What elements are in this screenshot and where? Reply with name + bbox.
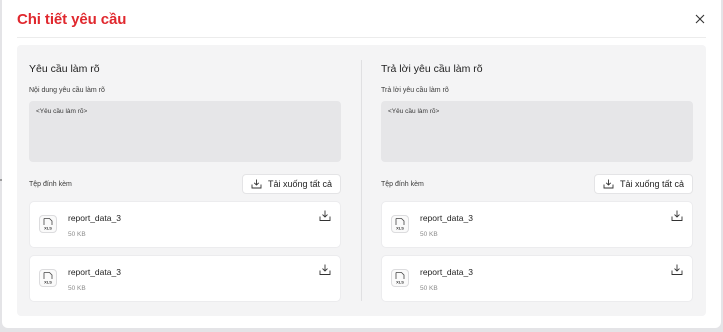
attachment-size: 50 KB xyxy=(420,285,438,292)
reply-attachments-label: Tệp đính kèm xyxy=(381,181,424,188)
attachment-size: 50 KB xyxy=(420,231,438,238)
header-divider xyxy=(17,37,706,38)
download-icon[interactable] xyxy=(319,210,331,222)
request-detail-modal: Chi tiết yêu cầu Yêu cầu làm rõ Nội dung… xyxy=(2,0,721,328)
svg-text:XLS: XLS xyxy=(396,280,404,285)
reply-section-title: Trả lời yêu cầu làm rõ xyxy=(381,63,483,75)
request-attachments-label: Tệp đính kèm xyxy=(29,181,72,188)
download-all-label: Tải xuống tất cả xyxy=(619,179,684,189)
xls-file-icon: XLS xyxy=(391,269,409,287)
download-tray-icon xyxy=(603,179,614,189)
download-tray-icon xyxy=(251,179,262,189)
request-content-text: <Yêu cầu làm rõ> xyxy=(36,108,88,115)
attachment-name: report_data_3 xyxy=(420,213,473,223)
reply-content-field[interactable]: <Yêu cầu làm rõ> xyxy=(381,101,693,162)
svg-text:XLS: XLS xyxy=(44,280,52,285)
close-button[interactable] xyxy=(691,10,709,28)
request-content-label: Nội dung yêu cầu làm rõ xyxy=(29,87,105,94)
reply-content-text: <Yêu cầu làm rõ> xyxy=(388,108,440,115)
attachment-name: report_data_3 xyxy=(420,267,473,277)
xls-file-icon: XLS xyxy=(391,215,409,233)
xls-file-icon: XLS xyxy=(39,215,57,233)
download-icon[interactable] xyxy=(671,264,683,276)
modal-title: Chi tiết yêu cầu xyxy=(17,11,127,28)
request-column: Yêu cầu làm rõ Nội dung yêu cầu làm rõ <… xyxy=(29,45,349,316)
detail-body-panel: Yêu cầu làm rõ Nội dung yêu cầu làm rõ <… xyxy=(17,45,706,316)
attachment-card[interactable]: XLS report_data_3 50 KB xyxy=(29,201,341,248)
attachment-card[interactable]: XLS report_data_3 50 KB xyxy=(381,201,693,248)
request-section-title: Yêu cầu làm rõ xyxy=(29,63,100,75)
svg-text:XLS: XLS xyxy=(396,226,404,231)
reply-download-all-button[interactable]: Tải xuống tất cả xyxy=(593,174,693,194)
svg-text:XLS: XLS xyxy=(44,226,52,231)
attachment-name: report_data_3 xyxy=(68,267,121,277)
column-divider xyxy=(361,60,362,301)
reply-content-label: Trả lời yêu cầu làm rõ xyxy=(381,87,449,94)
attachment-card[interactable]: XLS report_data_3 50 KB xyxy=(29,255,341,302)
request-content-field[interactable]: <Yêu cầu làm rõ> xyxy=(29,101,341,162)
download-icon[interactable] xyxy=(671,210,683,222)
reply-column: Trả lời yêu cầu làm rõ Trả lời yêu cầu l… xyxy=(381,45,701,316)
attachment-card[interactable]: XLS report_data_3 50 KB xyxy=(381,255,693,302)
download-all-label: Tải xuống tất cả xyxy=(267,179,332,189)
attachment-size: 50 KB xyxy=(68,231,86,238)
attachment-size: 50 KB xyxy=(68,285,86,292)
xls-file-icon: XLS xyxy=(39,269,57,287)
request-download-all-button[interactable]: Tải xuống tất cả xyxy=(241,174,341,194)
modal-header: Chi tiết yêu cầu xyxy=(2,0,721,40)
download-icon[interactable] xyxy=(319,264,331,276)
attachment-name: report_data_3 xyxy=(68,213,121,223)
close-icon xyxy=(695,14,705,24)
